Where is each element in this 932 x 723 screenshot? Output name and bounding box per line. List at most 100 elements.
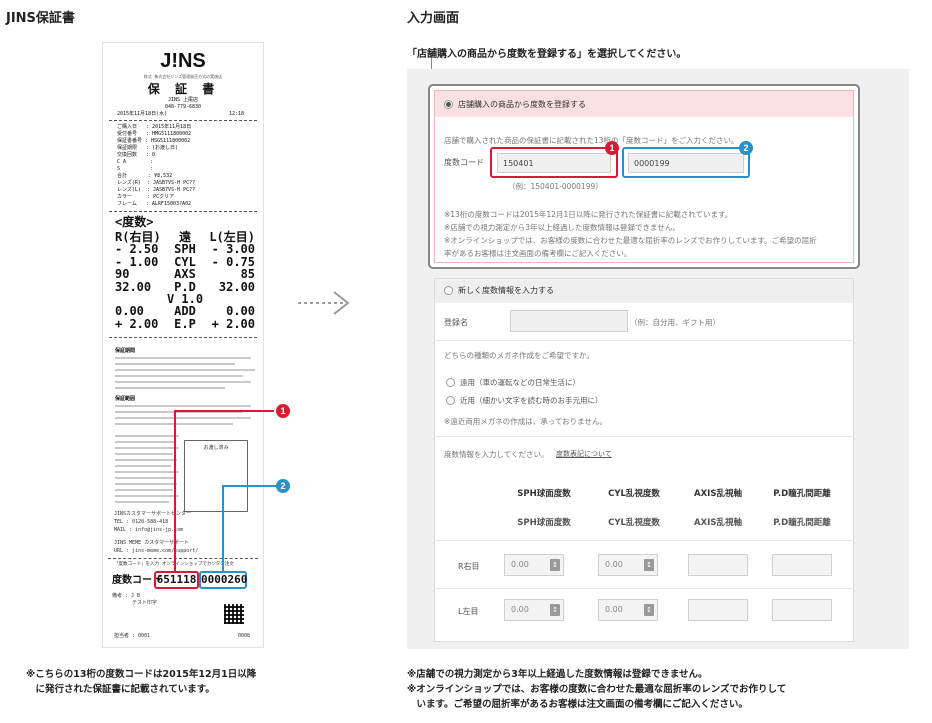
receipt-store: JINS 上尾店 (167, 97, 199, 103)
divider (435, 588, 853, 589)
receipt-line: レンズ(R) : JASB7VS-H PC?? (117, 180, 196, 186)
stepper-icon[interactable]: ↕ (644, 559, 654, 571)
rx-row: 0.00 ADD 0.00 (115, 304, 256, 319)
code-part1-input[interactable] (497, 153, 611, 173)
far-use-label[interactable]: 遠用（車の運転などの日常生活に） (460, 377, 580, 388)
receipt-line: カラー : PCクリア (117, 194, 175, 200)
sph-left-input[interactable]: 0.00 ↕ (504, 599, 564, 621)
rx-row: + 2.00 E.P + 2.00 (115, 316, 256, 331)
callout-line-red (174, 410, 274, 412)
receipt-line: 合計 : ¥8,532 (117, 173, 173, 179)
option1-note: ※13桁の度数コードは2015年12月1日以降に発行された保証書に記載されていま… (444, 210, 733, 219)
badge-2: 2 (276, 479, 290, 493)
fine-print (115, 483, 177, 485)
guarantee-title: 保証期間 (115, 348, 136, 354)
column-axis: AXIS乱視軸 (694, 489, 742, 499)
receipt-line: 受付番号 : HMG5111800002 (117, 131, 192, 137)
fine-print (115, 369, 255, 371)
column-cyl: CYL乱視度数 (608, 489, 660, 499)
fine-print (115, 387, 225, 389)
fine-print (115, 453, 173, 455)
receipt-code-part2: 0000260 (201, 573, 248, 586)
cyl-right-input[interactable]: 0.00 ↕ (598, 554, 658, 576)
badge-1: 1 (605, 141, 619, 155)
dotted-arrow-right-icon (298, 291, 350, 315)
receipt-title: 保 証 書 (147, 82, 219, 96)
right-footnote: ※店舗での視力測定から3年以上経過した度数情報は登録できません。 (407, 669, 708, 680)
option1-note: 率があるお客様は注文画面の備考欄にご記入ください。 (444, 249, 632, 258)
receipt-code-part2-box: 0000260 (199, 571, 247, 589)
cyl-left-input[interactable]: 0.00 ↕ (598, 599, 658, 621)
badge-2: 2 (739, 141, 753, 155)
receipt-remark: 備考 : J B (112, 593, 141, 599)
support-center: JINSカスタマーサポートセンター (114, 511, 191, 517)
prescription-prompt: 度数情報を入力してください。 (444, 450, 549, 459)
qr-code-icon (224, 604, 244, 624)
guarantee-scope: 保証範囲 (115, 396, 136, 402)
receipt-divider (109, 211, 257, 212)
code-example: （例：150401-0000199） (508, 182, 603, 191)
rx-row: - 2.50 SPH - 3.00 (115, 242, 256, 257)
divider (435, 436, 853, 437)
code-part2-input[interactable] (628, 153, 744, 173)
fine-print (115, 381, 251, 383)
receipt-line: 保証書番号 : HSG5111800002 (117, 138, 191, 144)
pd-right-input[interactable] (772, 554, 832, 576)
registration-name-input[interactable] (510, 310, 628, 332)
fine-print (115, 405, 251, 407)
receipt-line: 交換回数 : 0 (117, 152, 156, 158)
axis-left-input[interactable] (688, 599, 748, 621)
badge-1: 1 (276, 404, 290, 418)
fine-print (115, 441, 175, 443)
stepper-icon[interactable]: ↕ (550, 559, 560, 571)
near-use-label[interactable]: 近用（細かい文字を読む時のお手元用に） (460, 395, 603, 406)
meme-center: JINS MEME カスタマーサポート (114, 540, 190, 546)
new-prescription-radio[interactable] (444, 286, 453, 295)
stepper-icon[interactable]: ↕ (550, 604, 560, 616)
new-prescription-label[interactable]: 新しく度数情報を入力する (458, 285, 554, 296)
support-tel: TEL : 0120-588-418 (114, 519, 169, 525)
store-purchase-radio[interactable] (444, 100, 453, 109)
receipt-code-part1-box: 651118 (154, 571, 199, 589)
column-pd: P.D瞳孔間距離 (773, 489, 831, 499)
divider (435, 540, 853, 541)
receipt-phone: 048-779-6830 (164, 104, 202, 110)
column-cyl-shadow: CYL乱視度数 (608, 518, 660, 528)
receipt-date: 2015年11月18日(水) (117, 111, 168, 117)
rx-table: R(右目) 遠 L(左目) - 2.50 SPH - 3.00 - 1.00 CYL - 0… (115, 231, 256, 331)
far-use-radio[interactable] (446, 378, 455, 387)
notation-help-link[interactable]: 度数表記について (556, 449, 612, 459)
left-footnote: に発行された保証書に記載されています。 (26, 684, 215, 695)
column-sph: SPH球面度数 (517, 489, 571, 499)
stepper-icon[interactable]: ↕ (644, 604, 654, 616)
pd-left-input[interactable] (772, 599, 832, 621)
bifocal-note: ※遠近両用メガネの作成は、承っておりません。 (444, 417, 607, 426)
store-purchase-label[interactable]: 店舗購入の商品から度数を登録する (458, 99, 586, 110)
axis-right-input[interactable] (688, 554, 748, 576)
support-mail: MAIL : info@jins-jp.com (114, 527, 184, 533)
fine-print (115, 357, 251, 359)
callout-line-red (174, 410, 176, 572)
stamp-label: お渡し済み (203, 445, 229, 451)
right-footnote: ※オンラインショップでは、お客様の度数に合わせた最適な屈折率のレンズでお作りして (407, 684, 787, 695)
receipt-remark2: テスト印字 (132, 600, 158, 606)
fine-print (115, 417, 251, 419)
column-sph-shadow: SPH球面度数 (517, 518, 571, 528)
code-field-label: 度数コード (444, 158, 484, 167)
option1-note: ※店舗での視力測定から3年以上経過した度数情報は登録できません。 (444, 223, 680, 232)
fine-print (115, 465, 171, 467)
receipt-line: ご購入日 : 2015年11月18日 (117, 124, 192, 130)
instruction-text: 「店舗購入の商品から度数を登録する」を選択してください。 (407, 49, 687, 60)
right-footnote: います。ご希望の屈折率があるお客様は注文画面の備考欄にご記入ください。 (407, 699, 748, 710)
fine-print (115, 489, 173, 491)
callout-line-blue (222, 485, 224, 572)
receipt-code-part1: 651118 (156, 573, 197, 586)
near-use-radio[interactable] (446, 396, 455, 405)
column-axis-shadow: AXIS乱視軸 (694, 518, 742, 528)
receipt-line: レンズ(L) : JASB7VS-H PC?? (117, 187, 196, 193)
row-right-eye: R右目 (458, 562, 480, 571)
name-field-hint: （例：自分用、ギフト用） (630, 318, 720, 327)
sph-right-input[interactable]: 0.00 ↕ (504, 554, 564, 576)
left-section-title: JINS保証書 (6, 11, 75, 26)
fine-print (115, 447, 179, 449)
